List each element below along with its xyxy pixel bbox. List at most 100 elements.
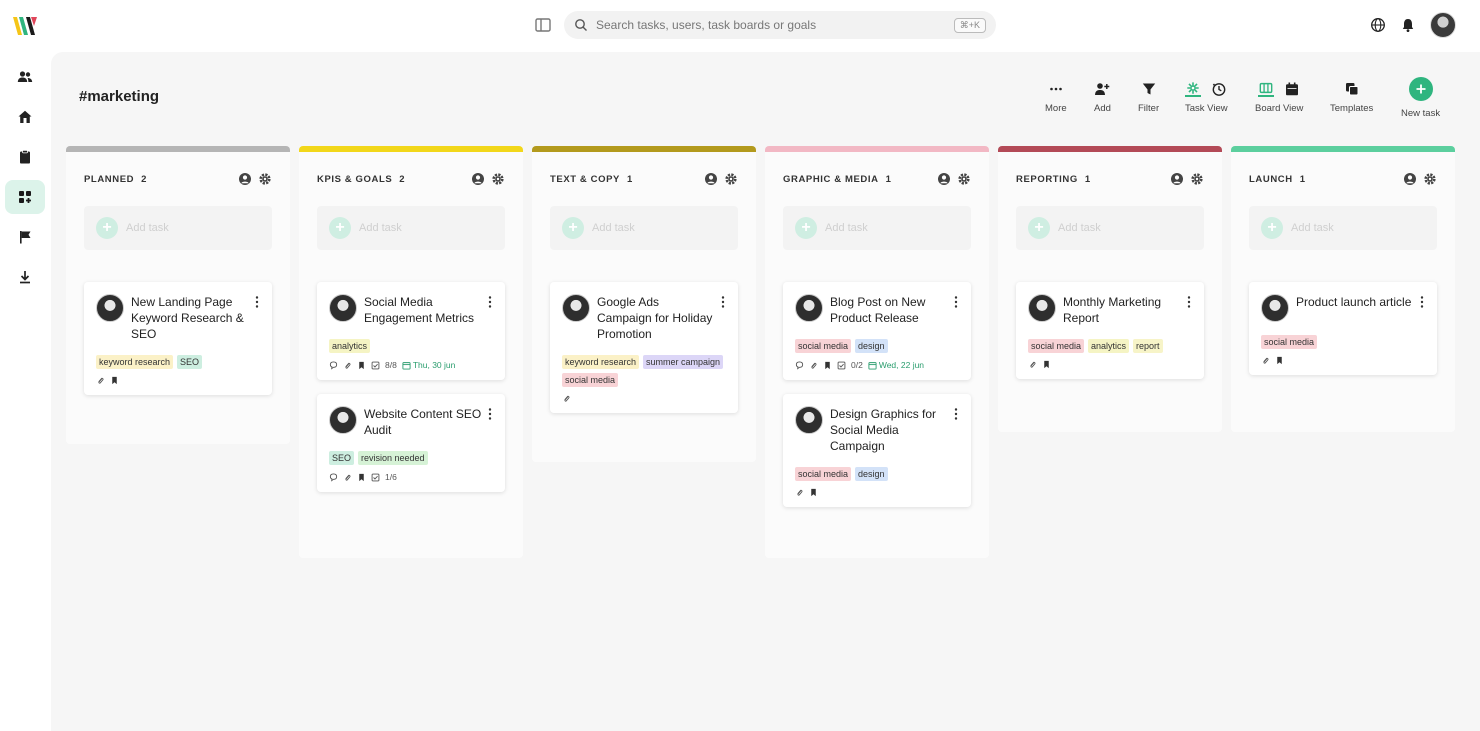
gear-icon[interactable] [724, 172, 738, 186]
tag[interactable]: social media [795, 467, 852, 481]
new-task-label: New task [1401, 108, 1441, 119]
user-circle-icon[interactable] [937, 172, 951, 186]
column-header: LAUNCH 1 [1231, 152, 1455, 206]
assignee-avatar[interactable] [1261, 294, 1289, 322]
templates-button[interactable]: Templates [1330, 81, 1373, 114]
tag[interactable]: design [855, 467, 888, 481]
more-button[interactable]: More [1045, 81, 1067, 114]
tag[interactable]: social media [1028, 339, 1085, 353]
tag[interactable]: analytics [1088, 339, 1130, 353]
task-card[interactable]: Website Content SEO Audit SEO revision nee… [317, 394, 505, 492]
card-menu-icon[interactable] [485, 295, 495, 309]
sidebar-item-downloads[interactable] [5, 260, 45, 294]
tag[interactable]: SEO [329, 451, 355, 465]
subtask-progress: 1/6 [385, 472, 397, 482]
tag-list: social media design [795, 339, 959, 353]
assignee-avatar[interactable] [329, 294, 357, 322]
user-avatar[interactable] [1430, 12, 1456, 38]
globe-icon[interactable] [1370, 17, 1386, 33]
assignee-avatar[interactable] [795, 406, 823, 434]
task-card[interactable]: Monthly Marketing Report social media anal… [1016, 282, 1204, 379]
tag[interactable]: keyword research [562, 355, 640, 369]
column-name: TEXT & COPY [550, 173, 620, 185]
tag[interactable]: analytics [329, 339, 371, 353]
add-task-plus-icon: + [562, 217, 584, 239]
sidebar-item-boards[interactable] [5, 180, 45, 214]
task-card[interactable]: Design Graphics for Social Media Campaig… [783, 394, 971, 507]
calendar-view-icon[interactable] [1284, 81, 1300, 97]
add-member-button[interactable]: Add [1094, 81, 1111, 114]
card-menu-icon[interactable] [951, 407, 961, 421]
due-date[interactable]: Wed, 22 jun [868, 360, 924, 370]
tag[interactable]: social media [1261, 335, 1318, 349]
card-menu-icon[interactable] [718, 295, 728, 309]
gear-icon[interactable] [1423, 172, 1437, 186]
timer-icon[interactable] [1211, 81, 1227, 97]
user-circle-icon[interactable] [1170, 172, 1184, 186]
gear-icon[interactable] [957, 172, 971, 186]
sidebar-toggle-icon[interactable] [534, 16, 552, 34]
card-menu-icon[interactable] [252, 295, 262, 309]
sidebar-item-users[interactable] [5, 60, 45, 94]
task-card[interactable]: Social Media Engagement Metrics analytics… [317, 282, 505, 380]
user-circle-icon[interactable] [238, 172, 252, 186]
assignee-avatar[interactable] [562, 294, 590, 322]
new-task-button[interactable]: New task [1401, 77, 1441, 119]
card-menu-icon[interactable] [485, 407, 495, 421]
tag[interactable]: keyword research [96, 355, 174, 369]
sidebar-item-goals[interactable] [5, 220, 45, 254]
add-task-button[interactable]: + Add task [1249, 206, 1437, 250]
task-card[interactable]: Product launch article social media [1249, 282, 1437, 375]
bookmark-icon [811, 488, 816, 497]
tag[interactable]: SEO [177, 355, 203, 369]
bell-icon[interactable] [1400, 17, 1416, 33]
tag[interactable]: summer campaign [643, 355, 724, 369]
templates-label: Templates [1330, 103, 1374, 114]
card-menu-icon[interactable] [951, 295, 961, 309]
assignee-avatar[interactable] [329, 406, 357, 434]
user-circle-icon[interactable] [471, 172, 485, 186]
add-task-button[interactable]: + Add task [783, 206, 971, 250]
tag[interactable]: social media [562, 373, 619, 387]
task-view-button[interactable]: Task View [1185, 81, 1228, 114]
assignee-avatar[interactable] [1028, 294, 1056, 322]
gear-icon[interactable] [1190, 172, 1204, 186]
tag[interactable]: design [855, 339, 888, 353]
board-toolbar: More Add Filter Task View Board View Tem… [51, 77, 1480, 138]
top-bar: ⌘+K [0, 0, 1480, 52]
board-view-button[interactable]: Board View [1255, 81, 1303, 114]
gear-icon[interactable] [258, 172, 272, 186]
sidebar-item-tasks[interactable] [5, 140, 45, 174]
add-task-button[interactable]: + Add task [317, 206, 505, 250]
card-menu-icon[interactable] [1184, 295, 1194, 309]
assignee-avatar[interactable] [795, 294, 823, 322]
user-circle-icon[interactable] [1403, 172, 1417, 186]
add-task-button[interactable]: + Add task [84, 206, 272, 250]
task-card[interactable]: Google Ads Campaign for Holiday Promotio… [550, 282, 738, 413]
gear-icon[interactable] [491, 172, 505, 186]
app-logo[interactable] [12, 14, 38, 38]
tag[interactable]: social media [795, 339, 852, 353]
card-header: Social Media Engagement Metrics [329, 294, 493, 326]
paperclip-icon [345, 474, 351, 481]
sidebar-item-home[interactable] [5, 100, 45, 134]
search-bar[interactable]: ⌘+K [564, 11, 996, 39]
column-task-count: 2 [399, 173, 406, 185]
add-task-button[interactable]: + Add task [1016, 206, 1204, 250]
tag[interactable]: report [1133, 339, 1163, 353]
task-card[interactable]: Blog Post on New Product Release social m… [783, 282, 971, 380]
due-date[interactable]: Thu, 30 jun [402, 360, 455, 370]
add-task-button[interactable]: + Add task [550, 206, 738, 250]
new-task-plus-icon [1408, 77, 1433, 101]
assignee-avatar[interactable] [96, 294, 124, 322]
tag[interactable]: revision needed [358, 451, 428, 465]
search-input[interactable] [596, 18, 954, 32]
task-card[interactable]: New Landing Page Keyword Research & SEO k… [84, 282, 272, 395]
filter-button[interactable]: Filter [1138, 81, 1159, 114]
task-title: Design Graphics for Social Media Campaig… [830, 407, 937, 453]
task-title: Website Content SEO Audit [364, 407, 482, 437]
column-task-count: 2 [141, 173, 148, 185]
task-title: New Landing Page Keyword Research & SEO [131, 295, 244, 341]
card-menu-icon[interactable] [1417, 295, 1427, 309]
user-circle-icon[interactable] [704, 172, 718, 186]
